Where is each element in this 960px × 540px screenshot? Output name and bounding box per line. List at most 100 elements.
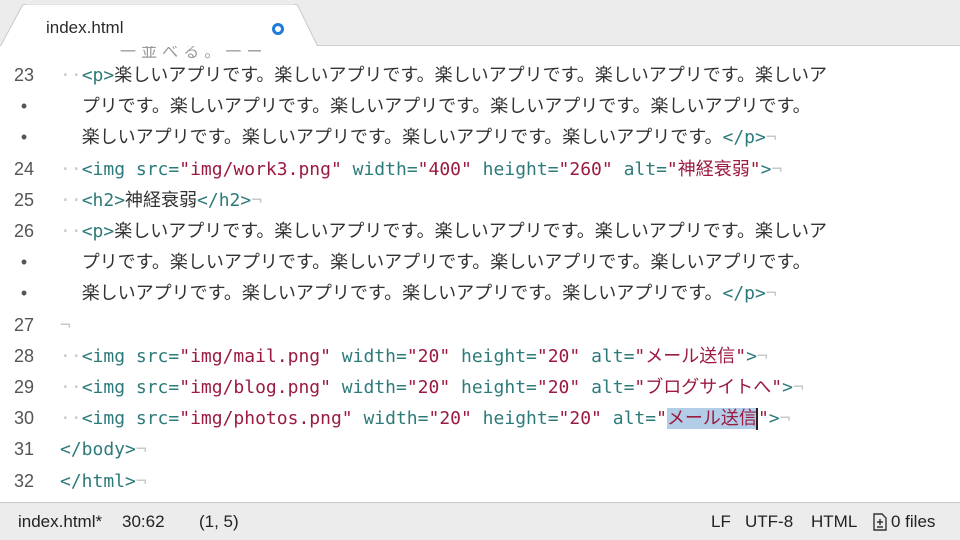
line-number: 27 bbox=[13, 314, 35, 335]
code-token: > bbox=[760, 158, 772, 180]
tab-bar: index.html bbox=[0, 0, 960, 47]
code-token: "img/work3.png" bbox=[179, 158, 342, 180]
code-token: "20" bbox=[406, 377, 451, 398]
code-line[interactable]: 23 ··<p>楽しいアプリです。楽しいアプリです。楽しいアプリです。楽しいアプリ… bbox=[0, 60, 960, 91]
line-number: 23 bbox=[13, 65, 35, 85]
code-token: <h2> bbox=[81, 189, 126, 211]
code-text: プリです。楽しいアプリです。楽しいアプリです。楽しいアプリです。楽しいアプリです… bbox=[60, 247, 811, 278]
code-token: <img bbox=[81, 377, 136, 398]
code-line[interactable]: • 楽しいアプリです。楽しいアプリです。楽しいアプリです。楽しいアプリです。</… bbox=[0, 278, 960, 309]
status-file-name[interactable]: index.html* bbox=[18, 512, 102, 532]
code-token: ¬ bbox=[135, 439, 147, 461]
code-line[interactable]: • 楽しいアプリです。楽しいアプリです。楽しいアプリです。楽しいアプリです。</… bbox=[0, 122, 960, 153]
status-selection-count[interactable]: (1, 5) bbox=[199, 512, 239, 532]
code-line[interactable]: 26 ··<p>楽しいアプリです。楽しいアプリです。楽しいアプリです。楽しいアプリ… bbox=[0, 216, 960, 247]
code-line[interactable]: • プリです。楽しいアプリです。楽しいアプリです。楽しいアプリです。楽しいアプリ… bbox=[0, 247, 960, 278]
code-line[interactable]: 27 ¬ bbox=[0, 310, 960, 341]
code-token: ¬ bbox=[765, 127, 777, 149]
code-token: "20" bbox=[536, 377, 581, 398]
status-bar: index.html* 30:62 (1, 5) LF UTF-8 HTML 0… bbox=[0, 502, 960, 540]
line-number: 31 bbox=[13, 439, 35, 460]
code-token: src= bbox=[135, 345, 180, 367]
code-token: <img bbox=[81, 158, 136, 180]
code-token: ¬ bbox=[251, 189, 263, 211]
code-token: " bbox=[757, 408, 769, 430]
code-token: "260" bbox=[558, 158, 613, 180]
code-text: ··<h2>神経衰弱</h2>¬ bbox=[60, 185, 262, 216]
code-token: "img/blog.png" bbox=[179, 377, 331, 398]
code-token: 楽しいアプリです。楽しいアプリです。楽しいアプリです。楽しいアプリです。 bbox=[81, 283, 723, 305]
line-number: • bbox=[20, 252, 28, 273]
line-number: • bbox=[20, 283, 28, 304]
status-cursor-position[interactable]: 30:62 bbox=[122, 512, 165, 532]
line-number: • bbox=[20, 96, 28, 117]
status-encoding[interactable]: UTF-8 bbox=[745, 512, 793, 532]
code-token: height= bbox=[471, 408, 559, 430]
code-token: "img/photos.png" bbox=[179, 408, 353, 430]
code-editor[interactable]: 一 並 べ る 。 一 ー 23 ··<p>楽しいアプリです。楽しいアプリです。楽… bbox=[0, 46, 960, 502]
code-token: </h2> bbox=[197, 189, 252, 211]
code-text: ··<img src="img/work3.png" width="400" h… bbox=[60, 154, 782, 185]
code-text: 楽しいアプリです。楽しいアプリです。楽しいアプリです。楽しいアプリです。</p>… bbox=[60, 278, 777, 309]
line-number: 32 bbox=[13, 470, 35, 491]
code-token: ·· bbox=[60, 65, 82, 86]
code-token: ¬ bbox=[60, 314, 71, 336]
code-token: ·· bbox=[60, 408, 82, 430]
code-token: "ブログサイトへ" bbox=[634, 377, 783, 398]
line-number: 26 bbox=[13, 221, 35, 241]
code-token: 楽しいアプリです。楽しいアプリです。楽しいアプリです。楽しいアプリです。楽しいア bbox=[114, 221, 827, 242]
code-text: プリです。楽しいアプリです。楽しいアプリです。楽しいアプリです。楽しいアプリです… bbox=[60, 91, 811, 122]
code-token: ¬ bbox=[765, 283, 777, 305]
status-grammar[interactable]: HTML bbox=[811, 512, 857, 532]
code-text: ··<img src="img/blog.png" width="20" hei… bbox=[60, 372, 804, 403]
code-line[interactable]: 29 ··<img src="img/blog.png" width="20" h… bbox=[0, 372, 960, 403]
code-token: プリです。楽しいアプリです。楽しいアプリです。楽しいアプリです。楽しいアプリです… bbox=[81, 96, 811, 118]
code-line[interactable]: 25 ··<h2>神経衰弱</h2>¬ bbox=[0, 185, 960, 216]
code-token: "400" bbox=[417, 158, 472, 180]
line-number: 28 bbox=[13, 345, 35, 366]
status-git-files[interactable]: 0 files bbox=[872, 512, 935, 532]
code-token: src= bbox=[135, 158, 180, 180]
code-token: ·· bbox=[60, 158, 82, 180]
code-token: "神経衰弱" bbox=[666, 158, 761, 180]
code-line[interactable]: 31 </body>¬ bbox=[0, 434, 960, 465]
code-token: <img bbox=[81, 408, 136, 430]
code-token: ·· bbox=[60, 345, 82, 367]
code-token: "img/mail.png" bbox=[179, 345, 331, 367]
status-line-ending[interactable]: LF bbox=[711, 512, 731, 532]
code-token: ¬ bbox=[779, 408, 791, 430]
code-token: <img bbox=[81, 345, 136, 367]
code-token: alt= bbox=[612, 158, 667, 180]
code-line[interactable]: 28 ··<img src="img/mail.png" width="20" h… bbox=[0, 341, 960, 372]
modified-indicator-icon[interactable] bbox=[272, 23, 284, 35]
code-token: <p> bbox=[81, 65, 115, 86]
code-text: ··<p>楽しいアプリです。楽しいアプリです。楽しいアプリです。楽しいアプリです… bbox=[60, 60, 827, 91]
code-token: メール送信 bbox=[666, 408, 757, 430]
line-number: 24 bbox=[13, 158, 35, 179]
code-line[interactable]: 24 ··<img src="img/work3.png" width="400"… bbox=[0, 154, 960, 185]
code-line[interactable]: 30 ··<img src="img/photos.png" width="20"… bbox=[0, 403, 960, 434]
code-token: height= bbox=[450, 377, 537, 398]
code-token: ·· bbox=[60, 189, 82, 211]
code-token: " bbox=[656, 408, 667, 430]
status-files-count: 0 files bbox=[891, 512, 936, 531]
code-token: 神経衰弱 bbox=[125, 189, 198, 211]
code-token: alt= bbox=[601, 408, 657, 430]
code-token: "20" bbox=[406, 345, 451, 367]
code-line[interactable]: • プリです。楽しいアプリです。楽しいアプリです。楽しいアプリです。楽しいアプリ… bbox=[0, 91, 960, 122]
code-text: ¬ bbox=[60, 310, 71, 341]
line-number: 25 bbox=[13, 189, 35, 210]
code-token: ¬ bbox=[756, 345, 768, 367]
tab-index-html[interactable]: index.html bbox=[0, 4, 318, 47]
code-token: src= bbox=[135, 408, 180, 430]
code-line[interactable]: 32 </html>¬ bbox=[0, 466, 960, 497]
code-token: </p> bbox=[722, 127, 766, 149]
code-token: ¬ bbox=[792, 377, 804, 398]
line-number: 29 bbox=[13, 377, 35, 397]
code-token: width= bbox=[330, 377, 407, 398]
code-token: height= bbox=[471, 158, 559, 180]
code-token: <p> bbox=[81, 221, 115, 242]
